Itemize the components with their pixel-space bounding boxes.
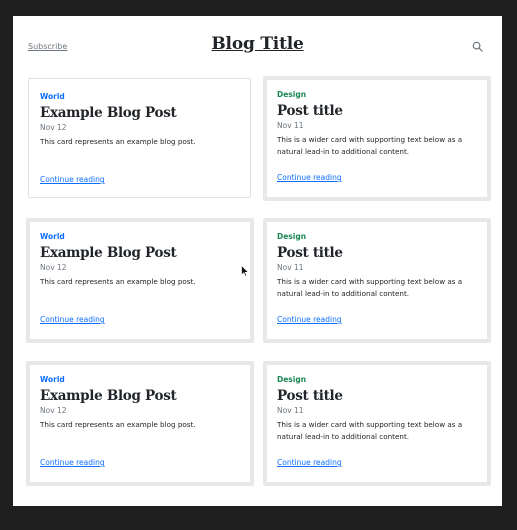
card-text: This is a wider card with supporting tex…: [277, 135, 463, 156]
card-category[interactable]: World: [40, 232, 65, 241]
card-date: Nov 12: [40, 406, 67, 415]
continue-reading-link[interactable]: Continue reading: [40, 458, 105, 467]
card-title: Post title: [277, 388, 343, 404]
card-title: Example Blog Post: [40, 388, 177, 404]
card-text: This is a wider card with supporting tex…: [277, 420, 463, 441]
blog-card: World Example Blog Post Nov 12 This card…: [28, 78, 251, 198]
card-date: Nov 11: [277, 263, 304, 272]
blog-card: World Example Blog Post Nov 12 This card…: [26, 218, 254, 343]
continue-reading-link[interactable]: Continue reading: [40, 175, 105, 184]
blog-page: Subscribe Blog Title World Example Blog …: [13, 16, 502, 506]
blog-card: Design Post title Nov 11 This is a wider…: [263, 218, 491, 343]
continue-reading-link[interactable]: Continue reading: [277, 315, 342, 324]
card-date: Nov 12: [40, 123, 67, 132]
blog-title[interactable]: Blog Title: [13, 34, 502, 54]
card-category[interactable]: Design: [277, 375, 306, 384]
card-title: Example Blog Post: [40, 105, 177, 121]
blog-card: Design Post title Nov 11 This is a wider…: [263, 361, 491, 486]
search-icon[interactable]: [472, 41, 483, 52]
card-title: Example Blog Post: [40, 245, 177, 261]
card-text: This card represents an example blog pos…: [40, 137, 196, 146]
card-date: Nov 11: [277, 121, 304, 130]
card-text: This card represents an example blog pos…: [40, 420, 196, 429]
blog-header: Subscribe Blog Title: [13, 16, 502, 76]
card-text: This card represents an example blog pos…: [40, 277, 196, 286]
blog-card: World Example Blog Post Nov 12 This card…: [26, 361, 254, 486]
card-category[interactable]: Design: [277, 232, 306, 241]
blog-card: Design Post title Nov 11 This is a wider…: [263, 76, 491, 201]
card-title: Post title: [277, 103, 343, 119]
card-text: This is a wider card with supporting tex…: [277, 277, 463, 298]
card-category[interactable]: Design: [277, 90, 306, 99]
card-date: Nov 11: [277, 406, 304, 415]
card-category[interactable]: World: [40, 92, 65, 101]
continue-reading-link[interactable]: Continue reading: [277, 173, 342, 182]
card-date: Nov 12: [40, 263, 67, 272]
card-title: Post title: [277, 245, 343, 261]
card-category[interactable]: World: [40, 375, 65, 384]
mouse-cursor-icon: [241, 265, 249, 277]
continue-reading-link[interactable]: Continue reading: [277, 458, 342, 467]
continue-reading-link[interactable]: Continue reading: [40, 315, 105, 324]
